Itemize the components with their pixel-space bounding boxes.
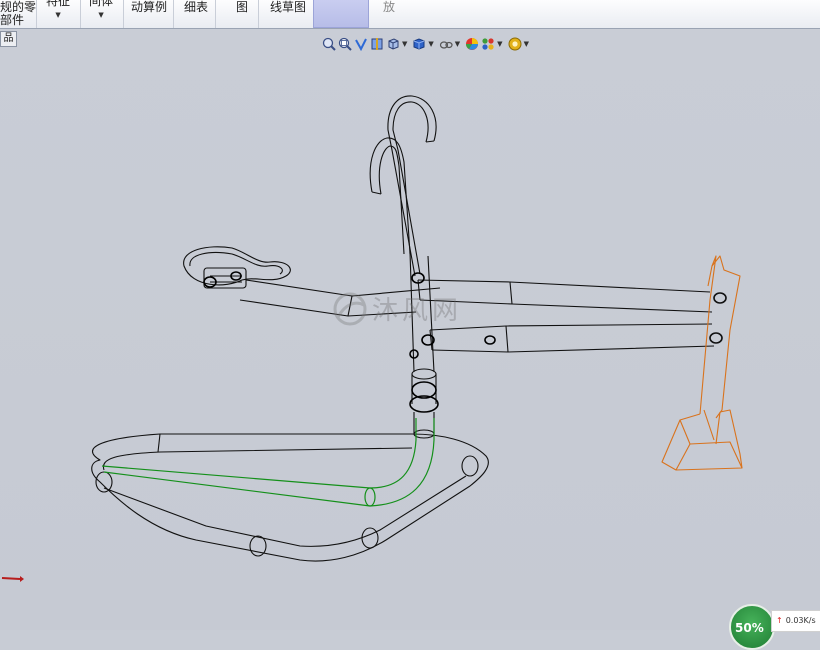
selected-tube[interactable] bbox=[101, 418, 435, 507]
pedal-bolts[interactable] bbox=[709, 292, 727, 344]
pedal-bracket[interactable] bbox=[661, 255, 743, 471]
network-speed: 0.03K/s bbox=[785, 616, 816, 625]
network-speed-widget[interactable]: 50% ↑ 0.03K/s bbox=[729, 604, 820, 650]
handlebar-front[interactable] bbox=[387, 95, 437, 277]
triad-axis-icon bbox=[1, 576, 24, 582]
handlebar-rear[interactable] bbox=[369, 137, 411, 255]
watermark-icon bbox=[333, 292, 367, 325]
upload-arrow-icon: ↑ bbox=[776, 616, 783, 625]
network-gauge[interactable]: 50% bbox=[729, 604, 775, 650]
front-arm-lower[interactable] bbox=[429, 323, 715, 353]
network-speed-box: ↑ 0.03K/s bbox=[771, 610, 820, 632]
watermark-logo: 沐风网 bbox=[332, 290, 462, 327]
seat[interactable] bbox=[183, 246, 291, 289]
base-frame[interactable] bbox=[91, 433, 489, 562]
front-arm-upper[interactable] bbox=[417, 279, 713, 313]
watermark-text: 沐风网 bbox=[372, 296, 463, 326]
network-percent: 50% bbox=[735, 621, 764, 635]
